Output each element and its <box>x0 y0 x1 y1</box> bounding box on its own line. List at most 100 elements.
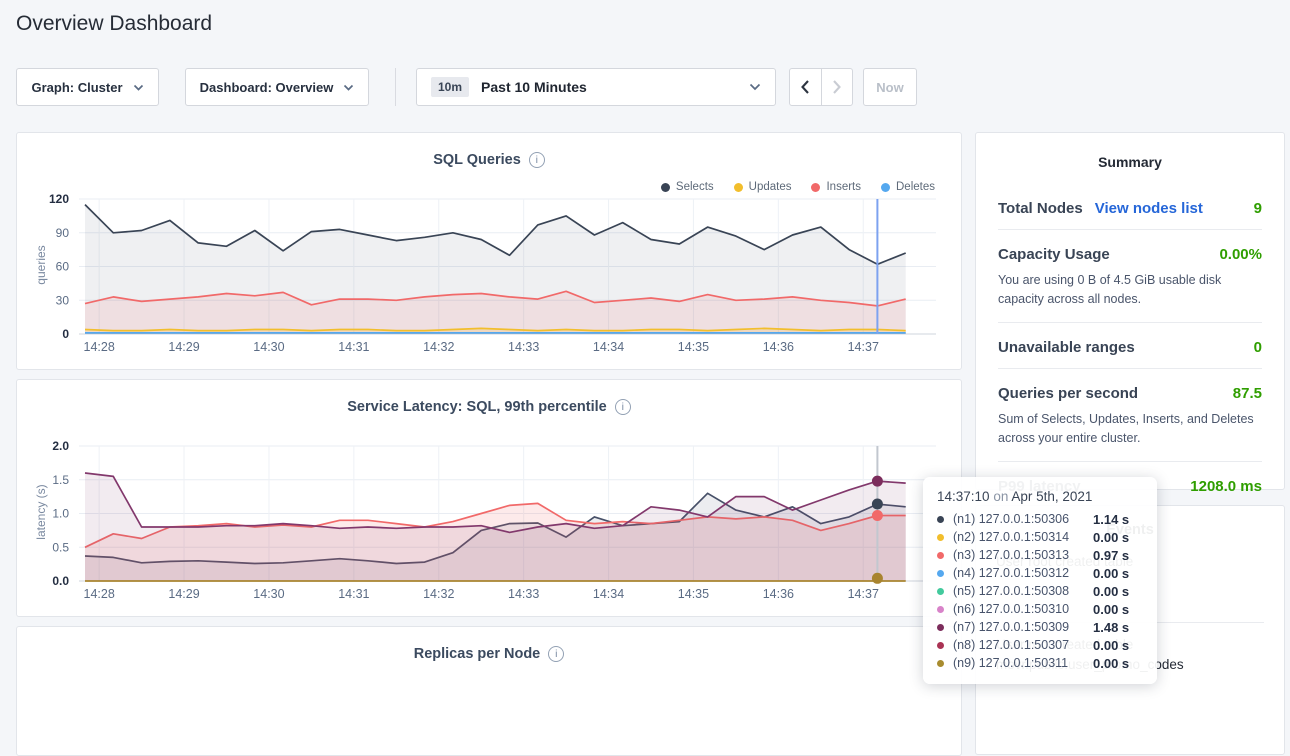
tooltip-node-row: (n3) 127.0.0.1:503130.97 s <box>937 546 1143 564</box>
summary-row-unavailable-ranges: Unavailable ranges 0 <box>998 339 1262 356</box>
chevron-down-icon <box>133 84 144 91</box>
svg-text:0.5: 0.5 <box>52 540 69 554</box>
summary-panel: Summary Total Nodes View nodes list 9 Ca… <box>975 132 1285 490</box>
tooltip-node-row: (n2) 127.0.0.1:503140.00 s <box>937 528 1143 546</box>
svg-text:14:32: 14:32 <box>423 340 454 354</box>
sql-queries-panel: SQL Queries SelectsUpdatesInsertsDeletes… <box>16 132 962 370</box>
svg-text:14:37: 14:37 <box>848 340 879 354</box>
divider <box>998 322 1262 323</box>
node-latency-value: 1.14 s <box>1093 512 1129 527</box>
chevron-left-icon <box>800 79 810 95</box>
summary-row-total-nodes: Total Nodes View nodes list 9 <box>998 200 1262 217</box>
svg-text:14:29: 14:29 <box>168 340 199 354</box>
graph-dropdown-label: Graph: Cluster <box>31 80 122 95</box>
chart-hover-tooltip: 14:37:10 on Apr 5th, 2021 (n1) 127.0.0.1… <box>923 477 1157 684</box>
svg-text:14:34: 14:34 <box>593 340 624 354</box>
svg-text:14:31: 14:31 <box>338 340 369 354</box>
node-address: (n5) 127.0.0.1:50308 <box>953 584 1093 598</box>
svg-text:14:30: 14:30 <box>253 340 284 354</box>
divider <box>998 461 1262 462</box>
tooltip-node-row: (n8) 127.0.0.1:503070.00 s <box>937 636 1143 654</box>
tooltip-timestamp: 14:37:10 on Apr 5th, 2021 <box>937 489 1143 504</box>
info-icon[interactable] <box>615 399 631 415</box>
view-nodes-list-link[interactable]: View nodes list <box>1095 200 1203 217</box>
svg-text:14:33: 14:33 <box>508 340 539 354</box>
dashboard-dropdown[interactable]: Dashboard: Overview <box>185 68 369 106</box>
dashboard-dropdown-label: Dashboard: Overview <box>200 80 334 95</box>
tooltip-node-row: (n6) 127.0.0.1:503100.00 s <box>937 600 1143 618</box>
now-button[interactable]: Now <box>863 68 917 106</box>
qps-value: 87.5 <box>1233 385 1262 402</box>
svg-text:14:35: 14:35 <box>678 340 709 354</box>
time-back-button[interactable] <box>790 69 822 105</box>
node-latency-value: 0.00 s <box>1093 638 1129 653</box>
sql-queries-chart[interactable]: 0 30 60 90 120 14:28 14:29 14:30 14:31 14:32 14:33… <box>17 189 963 364</box>
node-color-dot-icon <box>937 660 944 667</box>
node-color-dot-icon <box>937 534 944 541</box>
tooltip-node-row: (n9) 127.0.0.1:503110.00 s <box>937 654 1143 672</box>
chevron-down-icon <box>749 83 761 91</box>
capacity-usage-desc: You are using 0 B of 4.5 GiB usable disk… <box>998 271 1262 310</box>
svg-text:14:30: 14:30 <box>253 587 284 601</box>
svg-text:14:31: 14:31 <box>338 587 369 601</box>
chevron-down-icon <box>343 84 354 91</box>
tooltip-node-row: (n4) 127.0.0.1:503120.00 s <box>937 564 1143 582</box>
service-latency-panel: Service Latency: SQL, 99th percentile la… <box>16 379 962 617</box>
divider <box>998 368 1262 369</box>
svg-text:14:37: 14:37 <box>848 587 879 601</box>
svg-text:14:28: 14:28 <box>84 340 115 354</box>
replicas-per-node-title: Replicas per Node <box>17 627 961 662</box>
summary-title: Summary <box>976 133 1284 170</box>
info-icon[interactable] <box>548 646 564 662</box>
node-color-dot-icon <box>937 570 944 577</box>
svg-text:1.0: 1.0 <box>52 507 69 521</box>
time-range-dropdown[interactable]: 10m Past 10 Minutes <box>416 68 776 106</box>
node-color-dot-icon <box>937 588 944 595</box>
node-color-dot-icon <box>937 642 944 649</box>
summary-row-capacity: Capacity Usage 0.00% <box>998 246 1262 263</box>
node-color-dot-icon <box>937 624 944 631</box>
chevron-right-icon <box>832 79 842 95</box>
total-nodes-value: 9 <box>1254 200 1262 217</box>
svg-text:60: 60 <box>56 260 70 274</box>
svg-text:30: 30 <box>56 293 70 307</box>
node-latency-value: 0.00 s <box>1093 530 1129 545</box>
controls-divider <box>395 68 396 106</box>
node-color-dot-icon <box>937 516 944 523</box>
svg-text:14:36: 14:36 <box>763 340 794 354</box>
svg-text:2.0: 2.0 <box>52 439 69 453</box>
node-address: (n8) 127.0.0.1:50307 <box>953 638 1093 652</box>
summary-row-qps: Queries per second 87.5 <box>998 385 1262 402</box>
svg-text:0: 0 <box>62 327 69 341</box>
node-color-dot-icon <box>937 606 944 613</box>
svg-text:1.5: 1.5 <box>52 473 69 487</box>
svg-text:14:33: 14:33 <box>508 587 539 601</box>
time-forward-button[interactable] <box>822 69 853 105</box>
tooltip-node-row: (n7) 127.0.0.1:503091.48 s <box>937 618 1143 636</box>
node-address: (n4) 127.0.0.1:50312 <box>953 566 1093 580</box>
svg-text:14:28: 14:28 <box>84 587 115 601</box>
graph-dropdown[interactable]: Graph: Cluster <box>16 68 159 106</box>
service-latency-chart[interactable]: 0.00.51.01.52.014:2814:2914:3014:3114:32… <box>17 436 963 611</box>
tooltip-node-row: (n5) 127.0.0.1:503080.00 s <box>937 582 1143 600</box>
node-latency-value: 0.00 s <box>1093 566 1129 581</box>
page-title: Overview Dashboard <box>16 12 212 36</box>
time-range-badge: 10m <box>431 77 469 97</box>
svg-text:90: 90 <box>56 226 70 240</box>
svg-text:14:36: 14:36 <box>763 587 794 601</box>
node-latency-value: 1.48 s <box>1093 620 1129 635</box>
time-range-label: Past 10 Minutes <box>481 79 587 95</box>
node-address: (n9) 127.0.0.1:50311 <box>953 656 1093 670</box>
unavailable-ranges-value: 0 <box>1254 339 1262 356</box>
node-latency-value: 0.00 s <box>1093 584 1129 599</box>
svg-text:120: 120 <box>49 192 69 206</box>
info-icon[interactable] <box>529 152 545 168</box>
svg-text:0.0: 0.0 <box>52 574 69 588</box>
svg-text:14:29: 14:29 <box>168 587 199 601</box>
node-latency-value: 0.00 s <box>1093 602 1129 617</box>
node-address: (n6) 127.0.0.1:50310 <box>953 602 1093 616</box>
capacity-usage-value: 0.00% <box>1219 246 1262 263</box>
qps-desc: Sum of Selects, Updates, Inserts, and De… <box>998 410 1262 449</box>
p99-latency-value: 1208.0 ms <box>1190 478 1262 495</box>
svg-text:14:34: 14:34 <box>593 587 624 601</box>
